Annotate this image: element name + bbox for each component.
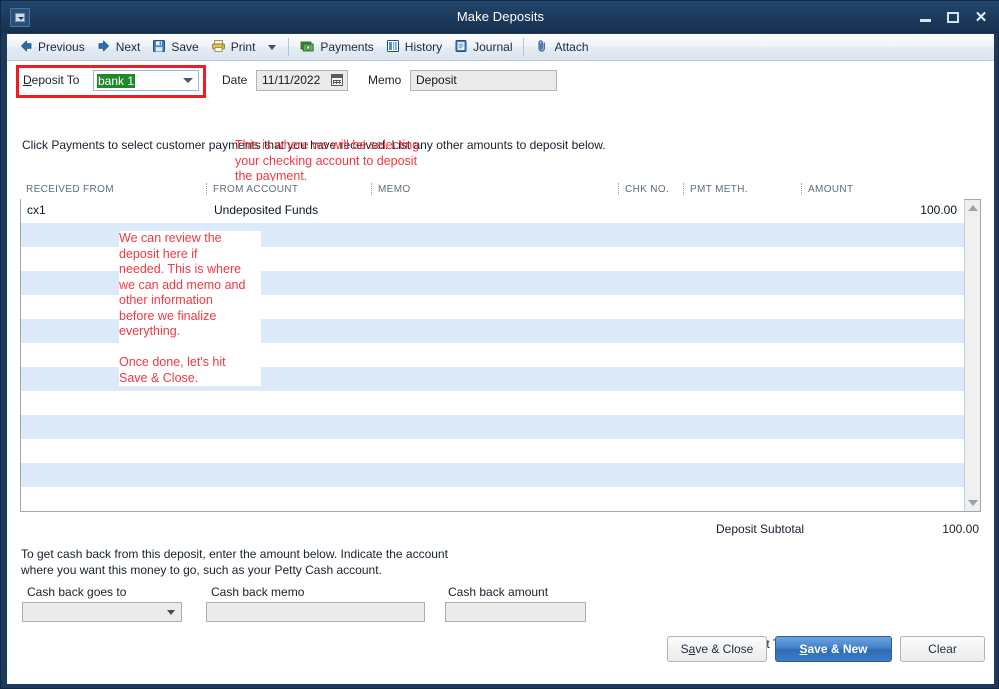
arrow-right-icon xyxy=(97,39,111,56)
deposit-to-label: Deposit To xyxy=(23,73,79,87)
cash-back-memo-input[interactable] xyxy=(206,602,425,622)
column-divider-4[interactable] xyxy=(683,183,685,195)
column-header-from-account[interactable]: FROM ACCOUNT xyxy=(213,184,298,195)
memo-label: Memo xyxy=(368,73,401,87)
toolbar-history-label: History xyxy=(405,40,442,54)
minimize-icon[interactable] xyxy=(912,4,938,30)
toolbar-save-button[interactable]: Save xyxy=(146,36,204,58)
maximize-icon[interactable] xyxy=(940,4,966,30)
toolbar-separator-1 xyxy=(288,38,289,56)
window-frame: Make Deposits ✕ Previous xyxy=(0,0,999,689)
deposit-to-combobox[interactable]: bank 1 xyxy=(93,70,199,91)
header-fields: Deposit To bank 1 Date 11/11/2022 Memo D… xyxy=(7,62,994,102)
journal-icon xyxy=(454,39,468,56)
column-header-received-from[interactable]: RECEIVED FROM xyxy=(26,184,114,195)
annotation-deposit-account: This is where we will be selecting your … xyxy=(235,138,419,185)
deposit-subtotal-value: 100.00 xyxy=(887,522,979,536)
toolbar-separator-2 xyxy=(523,38,524,56)
cell-amount: 100.00 xyxy=(809,203,957,217)
toolbar: Previous Next xyxy=(7,34,994,61)
toolbar-save-label: Save xyxy=(171,40,198,54)
toolbar-next-label: Next xyxy=(116,40,141,54)
column-divider-3[interactable] xyxy=(618,183,620,195)
cash-back-goes-to-select[interactable] xyxy=(22,602,182,622)
cash-back-amount-input[interactable] xyxy=(445,602,586,622)
deposit-to-value: bank 1 xyxy=(97,74,135,88)
column-header-memo[interactable]: MEMO xyxy=(378,184,411,195)
toolbar-previous-label: Previous xyxy=(38,40,85,54)
chevron-down-icon xyxy=(167,610,175,615)
floppy-disk-icon xyxy=(152,39,166,56)
table-row[interactable] xyxy=(21,487,964,511)
annotation-review-deposit: We can review the deposit here if needed… xyxy=(119,231,261,386)
chevron-down-icon[interactable] xyxy=(181,71,195,90)
column-divider-2[interactable] xyxy=(371,183,373,195)
toolbar-attach-button[interactable]: Attach xyxy=(529,36,594,58)
chevron-down-icon xyxy=(268,45,276,50)
column-header-chk-no[interactable]: CHK NO. xyxy=(625,184,669,195)
toolbar-payments-label: Payments xyxy=(320,40,373,54)
printer-icon xyxy=(211,39,226,56)
table-row[interactable] xyxy=(21,391,964,415)
title-bar: Make Deposits ✕ xyxy=(1,1,999,33)
cell-received-from: cx1 xyxy=(27,203,46,217)
scroll-up-arrow-icon[interactable] xyxy=(965,200,980,216)
grid-header-row: RECEIVED FROM FROM ACCOUNT MEMO CHK NO. … xyxy=(20,181,981,200)
cash-back-goes-to-label: Cash back goes to xyxy=(27,585,126,599)
date-label: Date xyxy=(222,73,247,87)
cash-back-memo-label: Cash back memo xyxy=(211,585,304,599)
grid-vertical-scrollbar[interactable] xyxy=(964,199,981,512)
date-value: 11/11/2022 xyxy=(262,73,320,87)
window-controls: ✕ xyxy=(912,1,994,33)
payments-icon xyxy=(300,39,315,56)
toolbar-payments-button[interactable]: Payments xyxy=(294,36,379,58)
table-row[interactable] xyxy=(21,439,964,463)
arrow-left-icon xyxy=(19,39,33,56)
memo-value: Deposit xyxy=(416,73,457,87)
memo-input[interactable]: Deposit xyxy=(410,70,557,91)
table-row[interactable]: cx1 Undeposited Funds 100.00 xyxy=(21,199,964,223)
deposit-subtotal-label: Deposit Subtotal xyxy=(716,522,804,536)
toolbar-previous-button[interactable]: Previous xyxy=(13,36,91,58)
paperclip-icon xyxy=(535,39,549,56)
cash-back-amount-label: Cash back amount xyxy=(448,585,548,599)
cash-back-description-line1: To get cash back from this deposit, ente… xyxy=(21,546,448,562)
cell-from-account: Undeposited Funds xyxy=(214,203,318,217)
cash-back-description-line2: where you want this money to go, such as… xyxy=(21,562,448,578)
calendar-icon[interactable] xyxy=(331,74,343,86)
column-divider-1[interactable] xyxy=(206,183,208,195)
column-divider-5[interactable] xyxy=(801,183,803,195)
save-and-close-button[interactable]: Save & Close xyxy=(667,636,767,662)
save-and-close-label: Save & Close xyxy=(681,642,754,656)
table-row[interactable] xyxy=(21,463,964,487)
toolbar-print-button[interactable]: Print xyxy=(205,36,262,58)
toolbar-next-button[interactable]: Next xyxy=(91,36,147,58)
column-header-pmt-meth[interactable]: PMT METH. xyxy=(690,184,748,195)
window-title: Make Deposits xyxy=(1,1,999,33)
toolbar-journal-label: Journal xyxy=(473,40,512,54)
toolbar-history-button[interactable]: History xyxy=(380,36,448,58)
column-header-amount[interactable]: AMOUNT xyxy=(808,184,853,195)
scroll-down-arrow-icon[interactable] xyxy=(965,495,980,511)
client-area: Previous Next xyxy=(6,33,995,685)
clear-button[interactable]: Clear xyxy=(900,636,985,662)
toolbar-print-dropdown[interactable] xyxy=(261,36,283,58)
toolbar-attach-label: Attach xyxy=(554,40,588,54)
clear-label: Clear xyxy=(928,642,957,656)
history-icon xyxy=(386,39,400,56)
toolbar-journal-button[interactable]: Journal xyxy=(448,36,518,58)
make-deposits-window: Make Deposits ✕ Previous xyxy=(0,0,999,689)
save-and-new-button[interactable]: Save & New xyxy=(775,636,892,662)
table-row[interactable] xyxy=(21,415,964,439)
close-icon[interactable]: ✕ xyxy=(968,4,994,30)
toolbar-print-label: Print xyxy=(231,40,256,54)
save-and-new-label: Save & New xyxy=(799,642,867,656)
cash-back-description: To get cash back from this deposit, ente… xyxy=(21,546,448,578)
